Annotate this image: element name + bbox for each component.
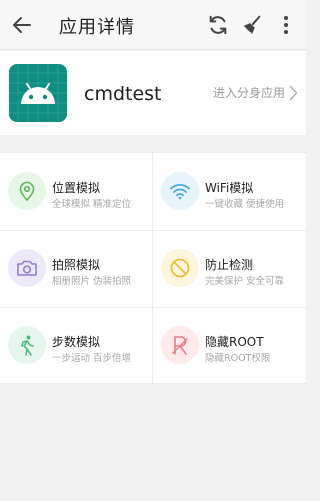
android-icon — [9, 64, 67, 122]
feature-camera-simulation[interactable]: 拍照模拟 相册照片 伪装拍照 — [0, 230, 153, 307]
feature-name: 隐藏ROOT — [205, 335, 264, 349]
chevron-right-icon — [289, 85, 298, 100]
app-name: cmdtest — [84, 83, 162, 105]
feature-anti-detection[interactable]: 防止检测 完美保护 安全可靠 — [153, 230, 306, 307]
page-title: 应用详情 — [59, 17, 135, 38]
feature-hide-root[interactable]: 隐藏ROOT 隐藏ROOT权限 — [153, 307, 306, 384]
feature-name: 拍照模拟 — [52, 258, 101, 272]
refresh-icon[interactable] — [207, 14, 229, 36]
walking-icon — [8, 326, 46, 364]
arrow-left-icon[interactable] — [10, 13, 34, 37]
more-vertical-icon[interactable] — [278, 14, 294, 36]
feature-desc: 隐藏ROOT权限 — [205, 353, 271, 364]
feature-name: WiFi模拟 — [205, 181, 254, 195]
location-pin-icon — [8, 172, 46, 210]
broom-icon[interactable] — [241, 14, 263, 36]
feature-desc: 一步运动 百步倍增 — [52, 353, 132, 364]
feature-desc: 全球模拟 精准定位 — [52, 199, 132, 210]
feature-location-simulation[interactable]: 位置模拟 全球模拟 精准定位 — [0, 153, 153, 230]
wifi-icon — [161, 172, 199, 210]
feature-name: 位置模拟 — [52, 181, 101, 195]
feature-grid: 位置模拟 全球模拟 精准定位 WiFi模拟 一键收藏 便捷使用 拍照模拟 相册照… — [0, 152, 306, 385]
feature-name: 步数模拟 — [52, 335, 101, 349]
feature-step-simulation[interactable]: 步数模拟 一步运动 百步倍增 — [0, 307, 153, 384]
camera-icon — [8, 249, 46, 287]
top-app-bar: 应用详情 — [0, 0, 306, 50]
root-icon — [161, 326, 199, 364]
enter-clone-app-label: 进入分身应用 — [212, 86, 285, 100]
feature-desc: 相册照片 伪装拍照 — [52, 276, 132, 287]
feature-desc: 一键收藏 便捷使用 — [205, 199, 285, 210]
app-info-card: cmdtest 进入分身应用 — [0, 51, 306, 135]
block-icon — [161, 249, 199, 287]
feature-wifi-simulation[interactable]: WiFi模拟 一键收藏 便捷使用 — [153, 153, 306, 230]
feature-name: 防止检测 — [205, 258, 254, 272]
enter-clone-app-link[interactable]: 进入分身应用 — [213, 84, 298, 101]
feature-desc: 完美保护 安全可靠 — [205, 276, 285, 287]
